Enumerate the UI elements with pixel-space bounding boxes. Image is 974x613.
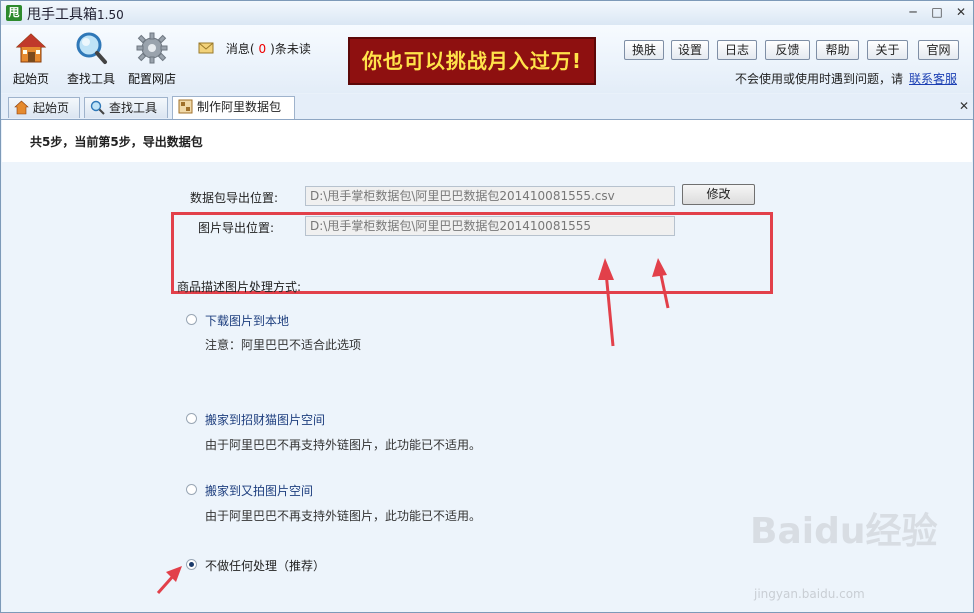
tab-home-label: 起始页 [33,101,70,115]
contact-support-link[interactable]: 联系客服 [909,72,957,86]
tab-bar: 起始页 查找工具 制作阿里数据包 ✕ [1,94,973,120]
wizard-content: 共5步，当前第5步，导出数据包 数据包导出位置: D:\甩手掌柜数据包\阿里巴巴… [2,120,972,612]
baidu-watermark-url: jingyan.baidu.com [754,587,865,601]
house-icon [14,100,29,115]
minimize-button[interactable]: ─ [903,3,923,21]
find-tool-button[interactable]: 查找工具 [64,31,118,87]
message-suffix: )条未读 [270,42,311,56]
official-site-button[interactable]: 官网 [918,40,959,60]
config-shop-label: 配置网店 [127,72,176,86]
about-button[interactable]: 关于 [867,40,908,60]
feedback-button[interactable]: 反馈 [765,40,810,60]
magnifier-icon [90,100,105,115]
tab-ali-package[interactable]: 制作阿里数据包 [172,96,295,119]
help-line: 不会使用或使用时遇到问题，请 联系客服 [735,70,957,87]
config-shop-button[interactable]: 配置网店 [125,31,179,87]
message-indicator[interactable]: 消息(0)条未读 [198,40,311,57]
message-count: 0 [258,42,267,56]
promo-banner[interactable]: 你也可以挑战月入过万! [348,37,596,85]
app-logo-icon: 甩 [6,5,22,21]
help-text: 不会使用或使用时遇到问题，请 [734,72,903,86]
app-window: 甩 甩手工具箱1.50 ─ □ ✕ 起始页 查找工具 配置网店 消息(0)条… [0,0,974,613]
find-tool-label: 查找工具 [66,72,115,86]
app-name: 甩手工具箱 [27,7,97,23]
tab-ali-package-label: 制作阿里数据包 [197,100,282,114]
home-label: 起始页 [12,72,49,86]
house-icon [15,33,47,63]
settings-button[interactable]: 设置 [671,40,709,60]
main-toolbar: 起始页 查找工具 配置网店 消息(0)条未读 你也可以挑战月入过万! 换肤 … [1,25,973,93]
log-button[interactable]: 日志 [717,40,757,60]
skin-button[interactable]: 换肤 [624,40,664,60]
tab-find-tool-label: 查找工具 [109,101,158,115]
baidu-watermark: Baidu经验 [750,511,938,552]
envelope-icon [198,42,214,54]
close-window-button[interactable]: ✕ [951,3,971,21]
tab-find-tool[interactable]: 查找工具 [84,97,168,118]
maximize-button[interactable]: □ [927,3,947,21]
tab-home[interactable]: 起始页 [8,97,80,118]
gear-icon [136,32,168,64]
home-button[interactable]: 起始页 [9,31,53,87]
help-button[interactable]: 帮助 [816,40,859,60]
message-prefix: 消息( [225,42,255,56]
close-tab-icon[interactable]: ✕ [959,99,969,113]
magnifier-icon [76,32,107,64]
title-bar: 甩 甩手工具箱1.50 ─ □ ✕ [1,1,973,25]
app-version: 1.50 [97,8,124,22]
window-title: 甩手工具箱1.50 [27,4,124,24]
package-icon [178,99,193,114]
